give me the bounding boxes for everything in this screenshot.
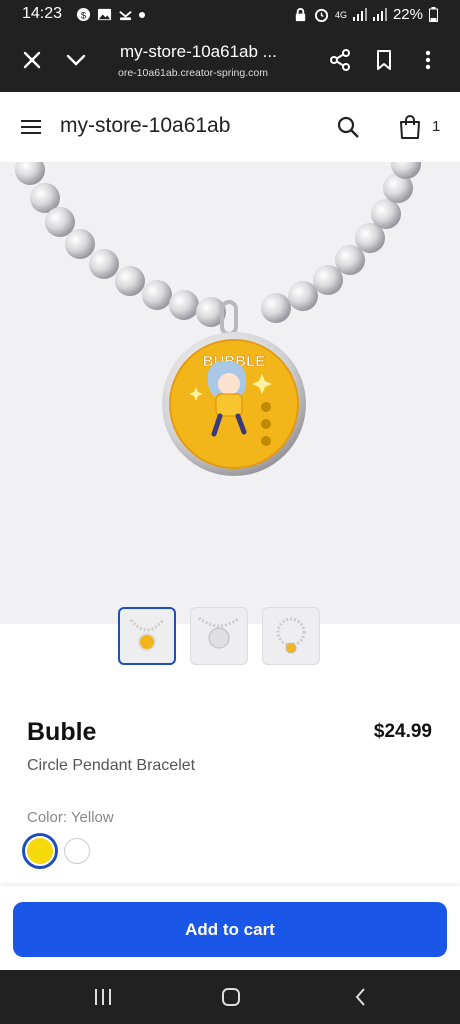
home-icon[interactable] (220, 986, 242, 1008)
product-type: Circle Pendant Bracelet (27, 757, 196, 774)
network-type: 4G (334, 9, 347, 20)
add-to-cart-button[interactable]: Add to cart (13, 902, 447, 957)
product-name: Buble (27, 718, 97, 746)
color-swatch-white[interactable] (64, 838, 90, 864)
thumbnail-strip (118, 607, 320, 665)
share-icon[interactable] (328, 48, 352, 72)
browser-toolbar: my-store-10a61ab ... ore-10a61ab.creator… (0, 30, 460, 92)
recent-apps-icon[interactable] (92, 987, 114, 1007)
status-time: 14:23 (22, 5, 63, 22)
close-tab-icon[interactable] (20, 48, 44, 72)
back-icon[interactable] (350, 986, 372, 1008)
dot-icon (139, 11, 145, 18)
thumbnail-image (129, 619, 165, 651)
thumbnail-image (198, 616, 240, 649)
store-name[interactable]: my-store-10a61ab (60, 114, 230, 138)
page-title[interactable]: my-store-10a61ab ... (120, 42, 300, 62)
color-swatch-yellow[interactable] (22, 833, 58, 869)
status-bar: 14:23 $ 4G 22% (0, 0, 460, 30)
cart-bar: Add to cart (0, 886, 460, 970)
thumbnail-pendant-closeup[interactable] (118, 607, 176, 665)
status-right-icons: 4G 22% (293, 6, 438, 23)
search-icon[interactable] (336, 115, 360, 139)
site-header: my-store-10a61ab 1 (0, 92, 460, 162)
signal-icon (352, 8, 367, 21)
product-image[interactable]: BUBBLE (0, 162, 460, 624)
thumbnail-image (276, 617, 306, 654)
cart-count: 1 (432, 118, 441, 135)
color-label: Color: Yellow (27, 809, 114, 826)
thumbnail-pendant-blank[interactable] (190, 607, 248, 665)
battery-percent: 22% (392, 6, 423, 23)
bead-chain (15, 162, 421, 327)
alarm-icon (314, 8, 329, 22)
signal-icon-2 (372, 8, 387, 21)
hamburger-menu-icon[interactable] (20, 116, 42, 138)
chevron-down-icon[interactable] (64, 48, 88, 72)
gallery-icon (97, 8, 112, 21)
lock-icon (295, 8, 306, 22)
notification-app-icon: $ (76, 7, 91, 22)
page-url[interactable]: ore-10a61ab.creator-spring.com (118, 67, 293, 79)
color-swatches (22, 833, 90, 869)
svg-text:$: $ (81, 10, 87, 20)
more-options-icon[interactable] (416, 48, 440, 72)
battery-icon (429, 7, 438, 22)
system-nav-bar (0, 970, 460, 1024)
shopping-bag-icon[interactable] (398, 114, 422, 140)
bookmark-icon[interactable] (372, 48, 396, 72)
thumbnail-full-bracelet[interactable] (262, 607, 320, 665)
status-left-icons: $ (76, 7, 145, 22)
bracelet-illustration: BUBBLE (15, 162, 421, 476)
missed-call-icon (119, 10, 132, 21)
product-price: $24.99 (373, 721, 432, 742)
